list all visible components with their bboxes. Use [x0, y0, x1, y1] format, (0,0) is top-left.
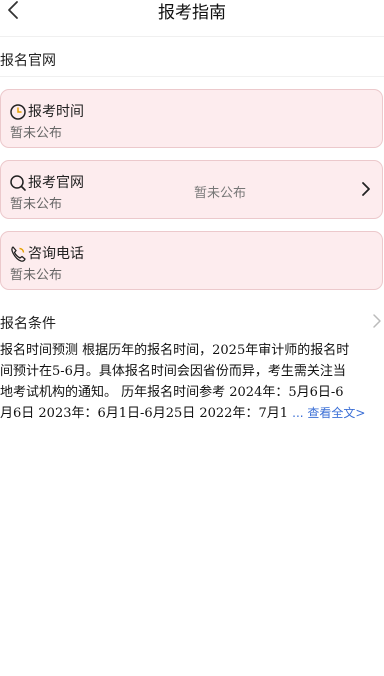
text-line-last: 月6日 2023年：6月1日-6月25日 2022年：7月1 ... 查看全文> [0, 403, 384, 424]
phone-icon [11, 246, 26, 262]
chevron-right-icon[interactable] [371, 312, 383, 330]
card-value: 暂未公布 [10, 126, 63, 141]
text-line: 报名时间预测 根据历年的报名时间，2025年审计师的报名时 [0, 343, 350, 358]
card-contact-phone: 咨询电话 暂未公布 [0, 231, 383, 290]
divider [0, 76, 384, 77]
card-value: 暂未公布 [10, 197, 63, 212]
card-title: 报考官网 [28, 175, 84, 191]
card-value: 暂未公布 [10, 268, 63, 283]
text-line: 月6日 2023年：6月1日-6月25日 2022年：7月1 [0, 406, 288, 421]
section-title-conditions: 报名条件 [0, 316, 56, 332]
header-bar: 报考指南 [0, 0, 384, 37]
read-more-link[interactable]: ... 查看全文> [292, 406, 365, 420]
clock-icon [10, 104, 26, 120]
page-title: 报考指南 [158, 3, 226, 23]
card-exam-time: 报考时间 暂未公布 [0, 89, 383, 148]
section-title-website: 报名官网 [0, 53, 56, 69]
conditions-text: 报名时间预测 根据历年的报名时间，2025年审计师的报名时 间预计在5-6月。具… [0, 340, 384, 424]
card-title: 咨询电话 [28, 246, 84, 262]
website-status: 暂未公布 [194, 186, 247, 201]
chevron-right-icon[interactable] [359, 180, 373, 198]
text-line: 地考试机构的通知。 历年报名时间参考 2024年：5月6日-6 [0, 385, 344, 400]
search-icon [10, 175, 26, 191]
card-official-website[interactable]: 报考官网 暂未公布 暂未公布 [0, 160, 383, 219]
text-line: 间预计在5-6月。具体报名时间会因省份而异，考生需关注当 [0, 364, 346, 379]
card-title: 报考时间 [28, 104, 84, 120]
